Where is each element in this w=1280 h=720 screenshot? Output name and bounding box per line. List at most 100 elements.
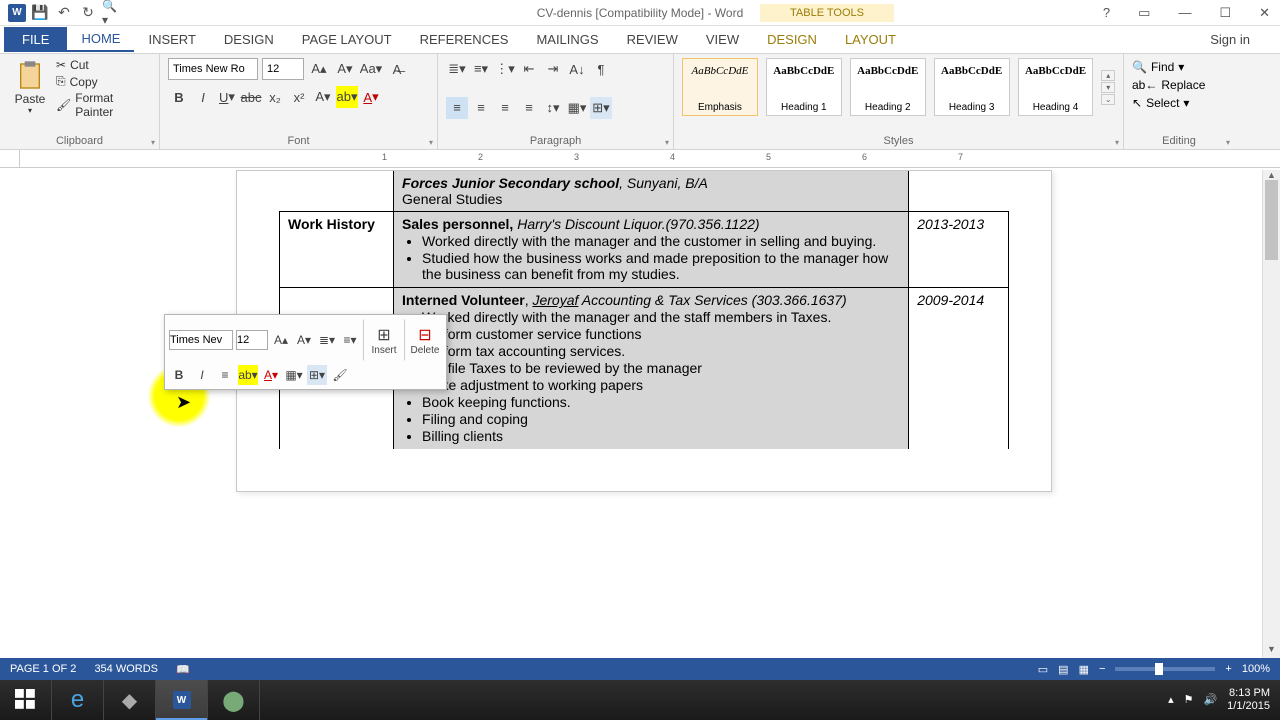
change-case-icon[interactable]: Aa▾ <box>360 58 382 80</box>
inc-indent-button[interactable]: ⇥ <box>542 58 564 80</box>
bold-button[interactable]: B <box>168 86 190 108</box>
ribbon-options-icon[interactable]: ▭ <box>1132 5 1156 21</box>
tab-insert[interactable]: INSERT <box>134 28 209 51</box>
sort-button[interactable]: A↓ <box>566 58 588 80</box>
tray-flag-icon[interactable]: ⚑ <box>1184 694 1194 707</box>
tab-mailings[interactable]: MAILINGS <box>522 28 612 51</box>
mini-font-select[interactable] <box>169 330 233 350</box>
mini-numbering-icon[interactable]: ≡▾ <box>340 330 360 350</box>
style-heading4[interactable]: AaBbCcDdEHeading 4 <box>1018 58 1094 116</box>
mini-borders-button[interactable]: ⊞▾ <box>307 365 327 385</box>
proofing-icon[interactable]: 📖 <box>176 663 190 676</box>
zoom-slider[interactable] <box>1115 667 1215 671</box>
cut-button[interactable]: ✂ Cut <box>56 58 151 72</box>
scroll-thumb[interactable] <box>1265 180 1278 260</box>
mini-highlight-button[interactable]: ab▾ <box>238 365 258 385</box>
mini-align-button[interactable]: ≡ <box>215 365 235 385</box>
zoom-out-icon[interactable]: − <box>1099 663 1105 675</box>
help-icon[interactable]: ? <box>1097 5 1116 21</box>
tab-file[interactable]: FILE <box>4 27 67 52</box>
styles-expand[interactable]: ▴▾⌄ <box>1101 70 1115 105</box>
undo-icon[interactable]: ↶ <box>54 3 74 23</box>
page-indicator[interactable]: PAGE 1 OF 2 <box>10 663 76 675</box>
vertical-scrollbar[interactable]: ▲ ▼ <box>1262 170 1280 660</box>
align-right-button[interactable]: ≡ <box>494 97 516 119</box>
text-effects-icon[interactable]: A▾ <box>312 86 334 108</box>
font-size-select[interactable] <box>262 58 304 80</box>
copy-button[interactable]: ⎘ Copy <box>56 74 151 89</box>
justify-button[interactable]: ≡ <box>518 97 540 119</box>
horizontal-ruler[interactable]: 1234567 <box>20 150 1280 167</box>
taskbar-word-icon[interactable]: W <box>156 680 208 720</box>
shading-button[interactable]: ▦▾ <box>566 97 588 119</box>
job1-cell[interactable]: Sales personnel, Harry's Discount Liquor… <box>394 212 909 288</box>
mini-grow-icon[interactable]: A▴ <box>271 330 291 350</box>
document-area[interactable]: Forces Junior Secondary school, Sunyani,… <box>0 170 1262 660</box>
shrink-font-icon[interactable]: A▾ <box>334 58 356 80</box>
italic-button[interactable]: I <box>192 86 214 108</box>
tab-view[interactable]: VIEW <box>692 28 753 51</box>
tray-volume-icon[interactable]: 🔊 <box>1203 694 1217 707</box>
print-layout-icon[interactable]: ▤ <box>1058 663 1068 676</box>
taskbar-app1-icon[interactable]: ◆ <box>104 680 156 720</box>
mini-italic-button[interactable]: I <box>192 365 212 385</box>
mini-shrink-icon[interactable]: A▾ <box>294 330 314 350</box>
mini-shading-button[interactable]: ▦▾ <box>284 365 304 385</box>
font-name-select[interactable] <box>168 58 258 80</box>
underline-button[interactable]: U▾ <box>216 86 238 108</box>
mini-insert-button[interactable]: ⊞Insert <box>363 319 401 361</box>
mini-bullets-icon[interactable]: ≣▾ <box>317 330 337 350</box>
taskbar-ie-icon[interactable]: e <box>52 680 104 720</box>
minimize-icon[interactable]: — <box>1172 5 1197 21</box>
start-button[interactable] <box>0 680 52 720</box>
subscript-button[interactable]: x₂ <box>264 86 286 108</box>
sign-in-link[interactable]: Sign in <box>1210 32 1250 47</box>
job2-cell[interactable]: Interned Volunteer, Jeroyaf Accounting &… <box>394 288 909 450</box>
borders-button[interactable]: ⊞▾ <box>590 97 612 119</box>
tab-home[interactable]: HOME <box>67 27 134 52</box>
save-icon[interactable]: 💾 <box>30 3 50 23</box>
qat-more-icon[interactable]: 🔍▾ <box>102 3 122 23</box>
dec-indent-button[interactable]: ⇤ <box>518 58 540 80</box>
mini-bold-button[interactable]: B <box>169 365 189 385</box>
highlight-button[interactable]: ab▾ <box>336 86 358 108</box>
superscript-button[interactable]: x² <box>288 86 310 108</box>
style-heading1[interactable]: AaBbCcDdEHeading 1 <box>766 58 842 116</box>
tab-review[interactable]: REVIEW <box>613 28 692 51</box>
strike-button[interactable]: abc <box>240 86 262 108</box>
tab-references[interactable]: REFERENCES <box>406 28 523 51</box>
clear-format-icon[interactable]: A̶ <box>386 58 408 80</box>
read-mode-icon[interactable]: ▭ <box>1038 663 1048 676</box>
select-all-corner[interactable] <box>0 150 20 167</box>
paste-button[interactable]: Paste ▾ <box>8 58 52 119</box>
style-heading2[interactable]: AaBbCcDdEHeading 2 <box>850 58 926 116</box>
style-heading3[interactable]: AaBbCcDdEHeading 3 <box>934 58 1010 116</box>
tab-design[interactable]: DESIGN <box>210 28 288 51</box>
job1-years-cell[interactable]: 2013-2013 <box>909 212 1009 288</box>
tray-up-icon[interactable]: ▴ <box>1168 694 1174 707</box>
maximize-icon[interactable]: ☐ <box>1213 5 1237 21</box>
tab-page-layout[interactable]: PAGE LAYOUT <box>288 28 406 51</box>
close-icon[interactable]: ✕ <box>1253 5 1276 21</box>
zoom-in-icon[interactable]: + <box>1225 663 1231 675</box>
mini-fontcolor-button[interactable]: A▾ <box>261 365 281 385</box>
select-button[interactable]: ↖ Select ▾ <box>1132 96 1226 110</box>
mini-delete-button[interactable]: ⊟Delete <box>404 319 442 361</box>
format-painter-button[interactable]: 🖌 Format Painter <box>56 91 151 119</box>
multilevel-button[interactable]: ⋮▾ <box>494 58 516 80</box>
numbering-button[interactable]: ≡▾ <box>470 58 492 80</box>
line-spacing-button[interactable]: ↕▾ <box>542 97 564 119</box>
taskbar-app2-icon[interactable]: ⬤ <box>208 680 260 720</box>
web-layout-icon[interactable]: ▦ <box>1079 663 1089 676</box>
align-left-button[interactable]: ≡ <box>446 97 468 119</box>
align-center-button[interactable]: ≡ <box>470 97 492 119</box>
work-history-label-cell[interactable]: Work History <box>280 212 394 288</box>
grow-font-icon[interactable]: A▴ <box>308 58 330 80</box>
find-button[interactable]: 🔍 Find ▾ <box>1132 60 1226 74</box>
job2-years-cell[interactable]: 2009-2014 <box>909 288 1009 450</box>
style-emphasis[interactable]: AaBbCcDdEEmphasis <box>682 58 758 116</box>
word-count[interactable]: 354 WORDS <box>94 663 158 675</box>
show-marks-button[interactable]: ¶ <box>590 58 612 80</box>
replace-button[interactable]: ab← Replace <box>1132 78 1226 92</box>
mini-formatpainter-icon[interactable]: 🖌 <box>330 365 350 385</box>
